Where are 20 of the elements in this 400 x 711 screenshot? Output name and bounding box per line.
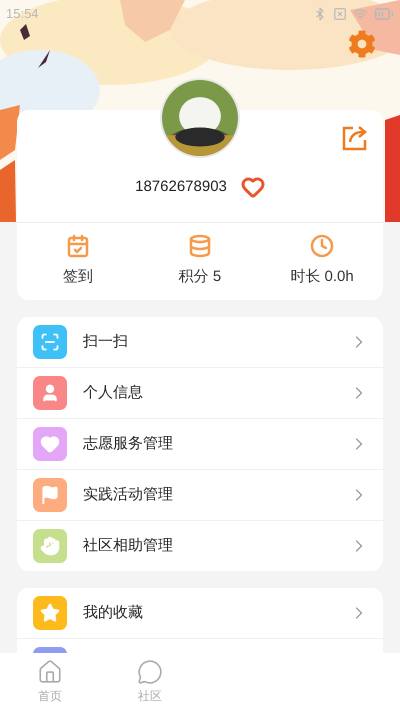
- stat-label[interactable]: 积分 5: [178, 266, 222, 289]
- stat-label[interactable]: 签到: [63, 266, 93, 289]
- house-icon: [37, 659, 63, 685]
- menu-label: 志愿服务管理: [83, 434, 173, 454]
- menu-label: 扫一扫: [83, 332, 128, 352]
- menu-label: 社区相助管理: [83, 536, 173, 556]
- chat-bubble-icon: [137, 659, 163, 685]
- menu-label: 个人信息: [83, 382, 143, 403]
- coins-icon[interactable]: [188, 234, 212, 258]
- menu-item[interactable]: 扫一扫: [17, 317, 383, 367]
- menu-item[interactable]: 志愿服务管理: [17, 419, 383, 469]
- calendar-icon[interactable]: [66, 234, 90, 258]
- menu-item[interactable]: 我的收藏: [17, 588, 383, 638]
- menu-item[interactable]: 实践活动管理: [17, 470, 383, 520]
- menu-item[interactable]: 社区相助管理: [17, 521, 383, 571]
- clock-icon[interactable]: [310, 234, 334, 258]
- menu-item[interactable]: 个人信息: [17, 368, 383, 418]
- stat-label[interactable]: 时长 0.0h: [290, 266, 354, 289]
- menu-label: 实践活动管理: [83, 484, 173, 505]
- menu-label: 我的收藏: [83, 602, 143, 623]
